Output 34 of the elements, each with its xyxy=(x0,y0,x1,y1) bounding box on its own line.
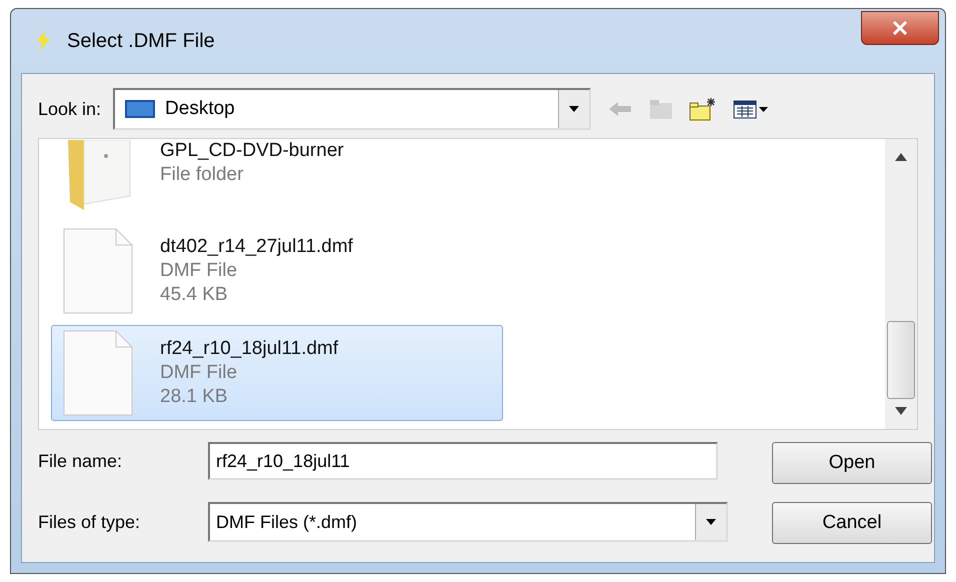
cancel-button[interactable]: Cancel xyxy=(772,502,932,544)
monitor-icon xyxy=(125,99,156,119)
view-menu-icon[interactable] xyxy=(733,99,770,119)
file-type: File folder xyxy=(160,164,244,186)
file-name: rf24_r10_18jul11.dmf xyxy=(160,338,338,360)
close-icon xyxy=(892,21,908,35)
scroll-down-icon[interactable] xyxy=(895,407,907,415)
file-size: 45.4 KB xyxy=(160,284,229,306)
lightning-icon xyxy=(33,29,53,53)
new-folder-icon[interactable] xyxy=(689,97,718,121)
look-in-label: Look in: xyxy=(38,98,102,120)
close-button[interactable] xyxy=(861,11,939,45)
scroll-up-icon[interactable] xyxy=(895,153,907,161)
file-item[interactable]: GPL_CD-DVD-burner File folder xyxy=(51,139,503,217)
file-type: DMF File xyxy=(160,362,238,384)
file-type-label: Files of type: xyxy=(38,512,142,532)
file-type: DMF File xyxy=(160,260,238,282)
window-title: Select .DMF File xyxy=(67,30,216,52)
file-size: 28.1 KB xyxy=(160,386,229,408)
file-name: GPL_CD-DVD-burner xyxy=(160,140,344,162)
scroll-thumb[interactable] xyxy=(887,321,915,399)
document-icon xyxy=(62,329,134,417)
file-name-field[interactable]: rf24_r10_18jul11 xyxy=(208,442,718,480)
document-icon xyxy=(62,227,134,315)
file-name-label: File name: xyxy=(38,450,124,472)
file-name: dt402_r14_27jul11.dmf xyxy=(160,236,353,258)
file-item[interactable]: dt402_r14_27jul11.dmf DMF File 45.4 KB xyxy=(51,223,503,319)
file-type-dropdown[interactable]: DMF Files (*.dmf) xyxy=(208,502,728,542)
file-type-value: DMF Files (*.dmf) xyxy=(216,512,358,532)
look-in-dropdown[interactable]: Desktop xyxy=(113,88,592,130)
file-item[interactable]: rf24_r10_18jul11.dmf DMF File 28.1 KB xyxy=(51,325,503,421)
scrollbar[interactable] xyxy=(885,139,917,429)
look-in-value: Desktop xyxy=(165,98,236,120)
open-button[interactable]: Open xyxy=(772,442,932,484)
